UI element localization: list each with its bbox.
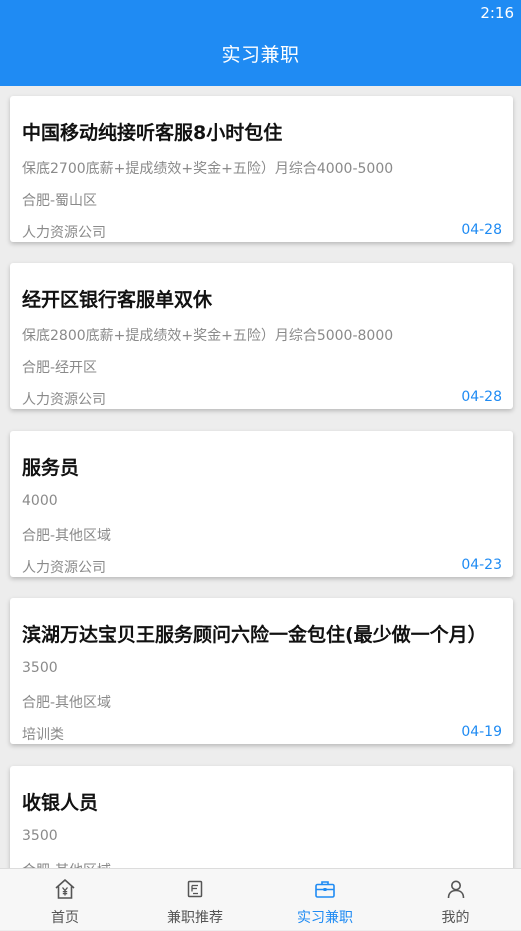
job-salary: 保底2700底薪+提成绩效+奖金+五险）月综合4000-5000 — [22, 161, 394, 177]
job-card[interactable]: 滨湖万达宝贝王服务顾问六险一金包住(最少做一个月） 3500 合肥-其他区域 培… — [10, 598, 513, 744]
job-date: 04-23 — [461, 557, 502, 573]
job-date: 04-28 — [461, 222, 502, 238]
job-location: 合肥-其他区域 — [22, 528, 112, 544]
job-company: 人力资源公司 — [22, 560, 106, 576]
job-title: 服务员 — [22, 457, 80, 479]
job-company: 人力资源公司 — [22, 225, 106, 241]
bottom-tab-bar: 首页 兼职推荐 实习兼职 我的 — [0, 868, 521, 930]
job-title: 经开区银行客服单双休 — [22, 289, 213, 311]
job-list[interactable]: 中国移动纯接听客服8小时包住 保底2700底薪+提成绩效+奖金+五险）月综合40… — [0, 86, 521, 868]
job-title: 滨湖万达宝贝王服务顾问六险一金包住(最少做一个月） — [22, 624, 487, 646]
job-card[interactable]: 经开区银行客服单双休 保底2800底薪+提成绩效+奖金+五险）月综合5000-8… — [10, 263, 513, 409]
tab-internship[interactable]: 实习兼职 — [260, 869, 390, 931]
recommend-icon — [187, 880, 203, 898]
job-location: 合肥-蜀山区 — [22, 193, 98, 209]
job-company: 培训类 — [22, 727, 64, 743]
job-salary: 3500 — [22, 828, 58, 844]
job-salary: 3500 — [22, 660, 58, 676]
home-yen-icon — [55, 879, 75, 899]
job-location: 合肥-经开区 — [22, 360, 98, 376]
tab-profile[interactable]: 我的 — [390, 869, 521, 931]
tab-label: 我的 — [441, 910, 470, 926]
page-title: 实习兼职 — [221, 44, 300, 66]
tab-label: 实习兼职 — [297, 910, 353, 926]
job-salary: 4000 — [22, 493, 58, 509]
tab-home[interactable]: 首页 — [0, 869, 130, 931]
tab-label: 兼职推荐 — [167, 910, 223, 926]
status-time: 2:16 — [480, 4, 514, 22]
tab-label: 首页 — [51, 910, 79, 926]
job-card[interactable]: 收银人员 3500 合肥-其他区域 — [10, 766, 513, 868]
job-location: 合肥-其他区域 — [22, 860, 111, 868]
job-title: 收银人员 — [22, 792, 99, 814]
job-card[interactable]: 服务员 4000 合肥-其他区域 人力资源公司 04-23 — [10, 431, 513, 577]
user-icon — [447, 880, 464, 899]
briefcase-icon — [315, 881, 335, 898]
job-date: 04-28 — [461, 389, 502, 405]
job-card[interactable]: 中国移动纯接听客服8小时包住 保底2700底薪+提成绩效+奖金+五险）月综合40… — [10, 96, 513, 242]
tab-recommend[interactable]: 兼职推荐 — [130, 869, 260, 931]
job-salary: 保底2800底薪+提成绩效+奖金+五险）月综合5000-8000 — [22, 328, 394, 344]
job-date: 04-19 — [461, 724, 502, 740]
job-title: 中国移动纯接听客服8小时包住 — [22, 122, 283, 144]
app-header: 2:16 实习兼职 — [0, 0, 521, 86]
job-location: 合肥-其他区域 — [22, 695, 112, 711]
job-company: 人力资源公司 — [22, 392, 106, 408]
